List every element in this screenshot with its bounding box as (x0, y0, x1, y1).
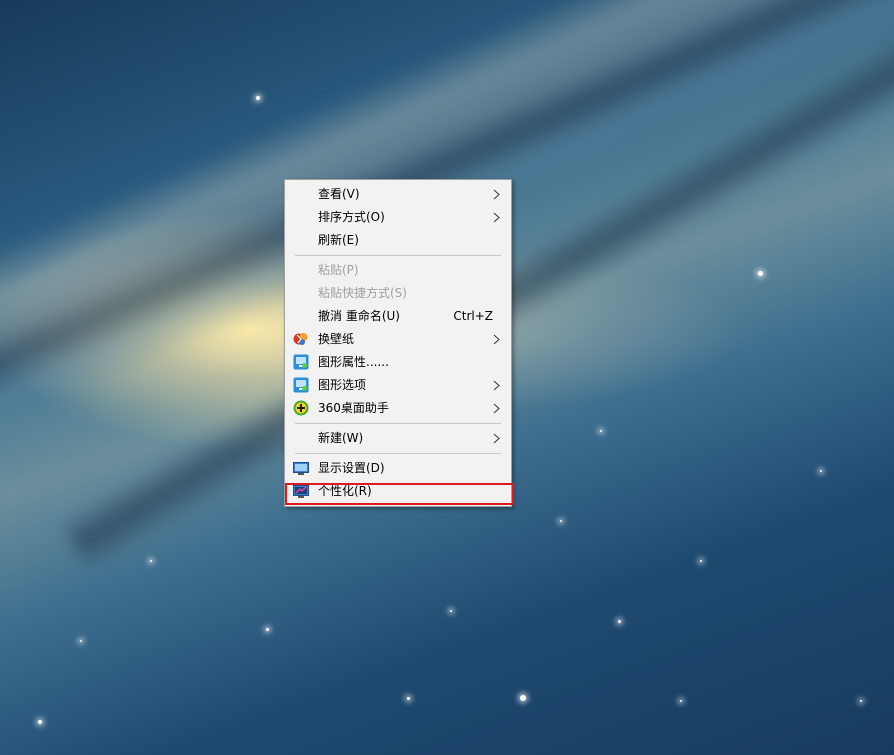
menu-item-label: 撤消 重命名(U) (318, 309, 400, 323)
menu-item-label: 换壁纸 (318, 332, 355, 346)
star (80, 640, 82, 642)
menu-item-new[interactable]: 新建(W) (285, 427, 511, 450)
menu-separator (295, 423, 501, 424)
menu-item-personalize[interactable]: 个性化(R) (285, 480, 511, 503)
star (266, 628, 269, 631)
menu-item-label: 粘贴快捷方式(S) (318, 286, 407, 300)
menu-item-label: 新建(W) (318, 431, 364, 445)
menu-item-shortcut: Ctrl+Z (453, 309, 493, 323)
star (407, 697, 410, 700)
menu-item-360-desktop-assistant[interactable]: 360桌面助手 (285, 397, 511, 420)
desktop-assistant-360-icon (293, 400, 309, 416)
menu-item-display-settings[interactable]: 显示设置(D) (285, 457, 511, 480)
menu-item-label: 360桌面助手 (318, 401, 389, 415)
personalize-icon (293, 485, 309, 498)
menu-item-view[interactable]: 查看(V) (285, 183, 511, 206)
menu-item-paste-shortcut: 粘贴快捷方式(S) (285, 282, 511, 305)
star (758, 271, 763, 276)
desktop-background[interactable]: 查看(V) 排序方式(O) 刷新(E) 粘贴(P) 粘贴快捷方式(S) 撤消 重… (0, 0, 894, 755)
menu-item-label: 排序方式(O) (318, 210, 385, 224)
menu-item-paste: 粘贴(P) (285, 259, 511, 282)
chevron-right-icon (493, 403, 500, 414)
menu-item-label: 显示设置(D) (318, 461, 385, 475)
star (860, 700, 862, 702)
star (600, 430, 602, 432)
star (700, 560, 702, 562)
display-settings-icon (293, 462, 309, 475)
menu-item-label: 图形属性...... (318, 355, 389, 369)
star (618, 620, 621, 623)
star (38, 720, 42, 724)
menu-item-label: 刷新(E) (318, 233, 359, 247)
menu-item-label: 图形选项 (318, 378, 367, 392)
menu-separator (295, 453, 501, 454)
menu-item-label: 粘贴(P) (318, 263, 359, 277)
chevron-right-icon (493, 189, 500, 200)
menu-item-change-wallpaper[interactable]: 换壁纸 (285, 328, 511, 351)
chevron-right-icon (493, 212, 500, 223)
menu-item-undo-rename[interactable]: 撤消 重命名(U) Ctrl+Z (285, 305, 511, 328)
wallpaper-icon (293, 333, 308, 345)
menu-item-refresh[interactable]: 刷新(E) (285, 229, 511, 252)
star (680, 700, 682, 702)
graphics-properties-icon (293, 354, 309, 370)
star (150, 560, 152, 562)
chevron-right-icon (493, 433, 500, 444)
desktop-context-menu: 查看(V) 排序方式(O) 刷新(E) 粘贴(P) 粘贴快捷方式(S) 撤消 重… (284, 179, 512, 507)
menu-item-label: 查看(V) (318, 187, 360, 201)
menu-item-sort-by[interactable]: 排序方式(O) (285, 206, 511, 229)
star (450, 610, 452, 612)
star (820, 470, 822, 472)
menu-item-graphics-properties[interactable]: 图形属性...... (285, 351, 511, 374)
star (256, 96, 260, 100)
menu-item-graphics-options[interactable]: 图形选项 (285, 374, 511, 397)
chevron-right-icon (493, 380, 500, 391)
star (560, 520, 562, 522)
menu-separator (295, 255, 501, 256)
graphics-options-icon (293, 377, 309, 393)
menu-item-label: 个性化(R) (318, 484, 372, 498)
star (520, 695, 526, 701)
chevron-right-icon (493, 334, 500, 345)
